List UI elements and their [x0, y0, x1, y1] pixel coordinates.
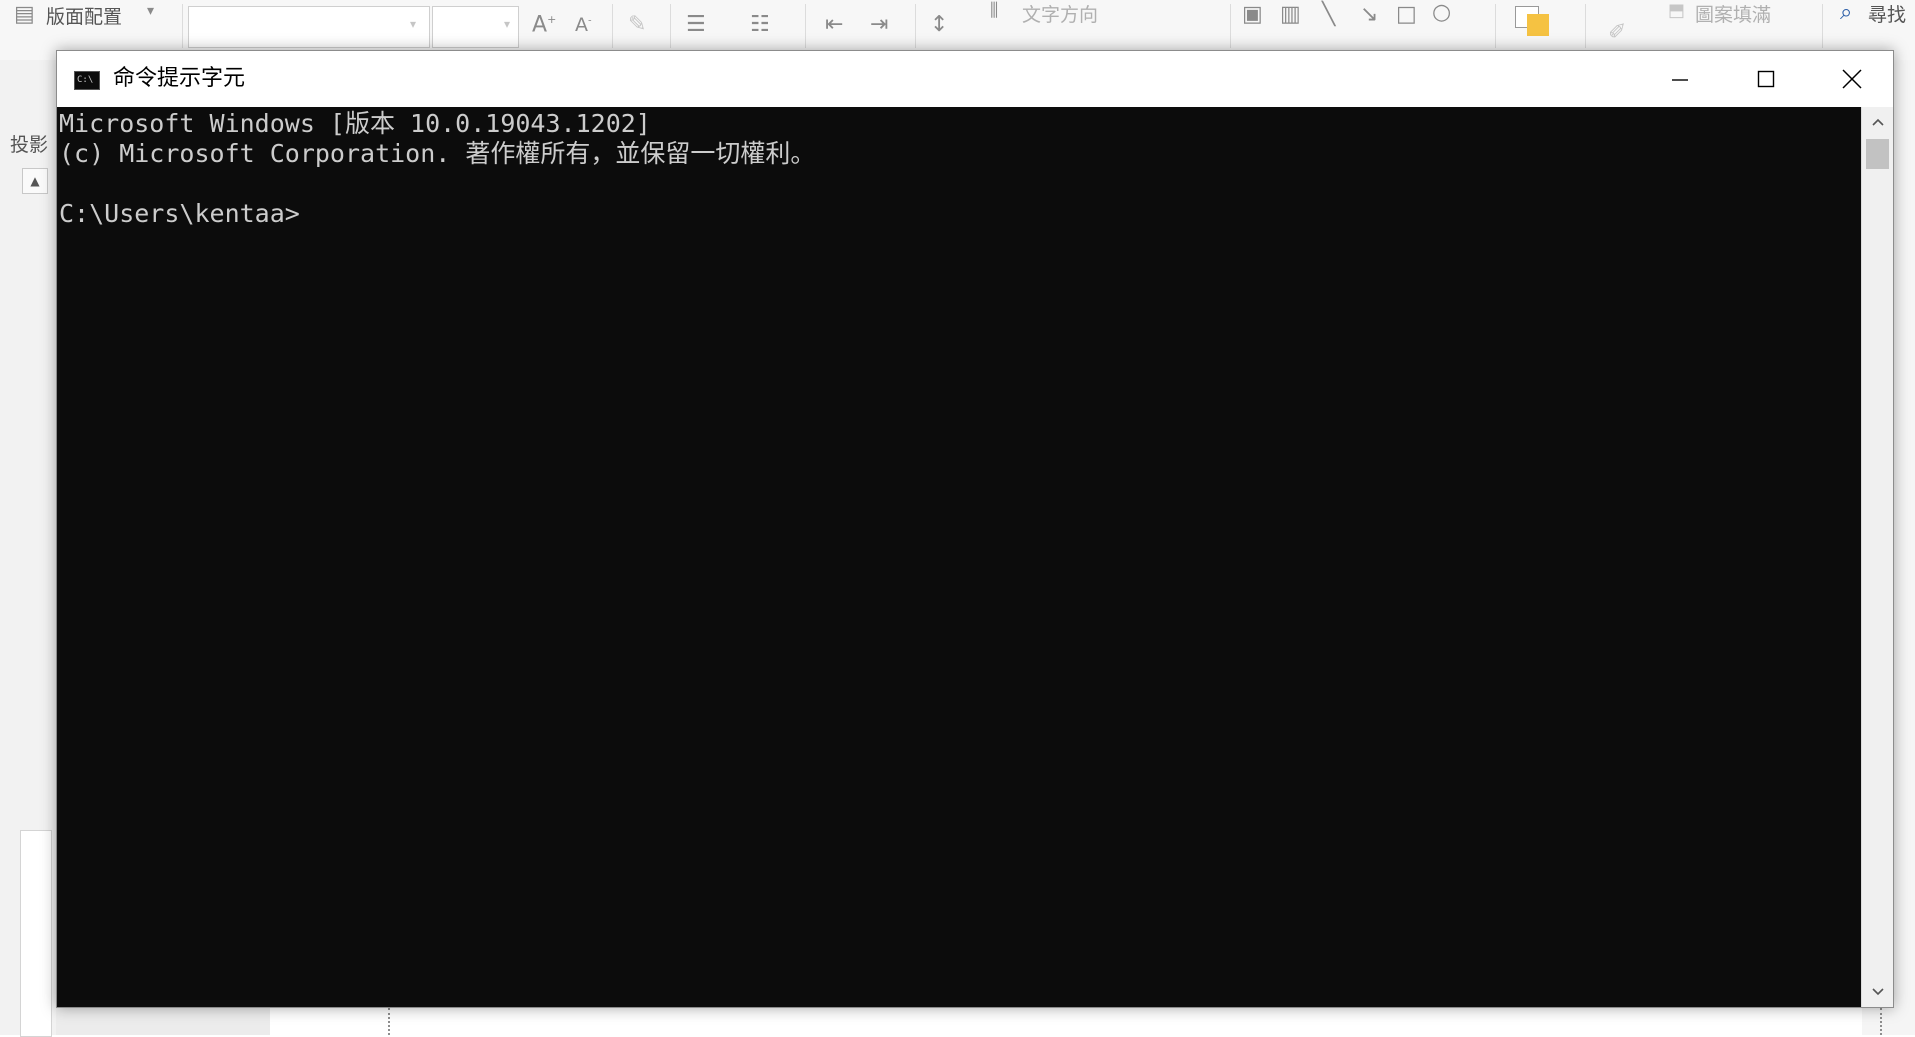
vertical-scrollbar[interactable] — [1861, 107, 1893, 1007]
increase-indent-icon[interactable]: ⇥ — [870, 14, 888, 36]
slide-thumbnail-strip — [20, 830, 52, 1037]
command-prompt-window[interactable]: C:\ 命令提示字元 Microsoft Windows [版本 10.0.19… — [56, 50, 1894, 1008]
close-icon — [1842, 69, 1862, 89]
slide-dotted-guide — [388, 1008, 390, 1035]
oval-shape-icon[interactable]: ○ — [1432, 2, 1451, 24]
rectangle-shape-icon[interactable]: □ — [1396, 4, 1417, 26]
maximize-icon — [1757, 70, 1775, 88]
terminal-output-area[interactable]: Microsoft Windows [版本 10.0.19043.1202] (… — [57, 107, 1861, 1007]
bullets-icon[interactable]: ☰ — [686, 14, 706, 36]
arrange-icon-fill — [1527, 14, 1549, 36]
grow-font-icon[interactable]: A+ — [532, 14, 556, 36]
layout-icon: ▤ — [14, 2, 35, 27]
terminal-line: (c) Microsoft Corporation. 著作權所有，並保留一切權利… — [59, 139, 816, 168]
font-name-combo[interactable] — [188, 6, 430, 48]
command-prompt-line[interactable]: C:\Users\kentaa> — [57, 199, 815, 229]
decrease-indent-icon[interactable]: ⇤ — [825, 14, 843, 36]
scroll-down-button[interactable] — [1862, 977, 1893, 1007]
slide-tab-label: 投影 — [10, 134, 49, 156]
find-icon[interactable]: ⌕ — [1840, 2, 1852, 24]
close-button[interactable] — [1809, 51, 1895, 107]
chevron-down-icon — [1871, 988, 1884, 996]
shape-fill-button[interactable]: 圖案填滿 — [1695, 0, 1771, 27]
text-direction-button[interactable]: 文字方向 — [1022, 0, 1098, 27]
layout-button[interactable]: 版面配置 — [46, 2, 122, 29]
font-size-dropdown-icon[interactable]: ▾ — [504, 18, 510, 30]
chevron-up-icon — [1871, 118, 1884, 126]
line-shape-icon[interactable]: ╲ — [1322, 4, 1335, 26]
find-button[interactable]: 尋找 — [1868, 0, 1906, 27]
text-direction-icon[interactable]: ⫼ — [990, 2, 998, 20]
textbox-icon[interactable]: ▣ — [1242, 4, 1263, 26]
notes-pane-splitter — [56, 1008, 270, 1035]
layout-dropdown-icon[interactable]: ▾ — [147, 4, 154, 18]
arrow-shape-icon[interactable]: ↘ — [1360, 4, 1378, 26]
background-bottom-area — [56, 1008, 1862, 1035]
minimize-icon — [1672, 79, 1688, 81]
window-title: 命令提示字元 — [113, 66, 246, 91]
thumbnail-scroll-up-button[interactable]: ▲ — [22, 168, 48, 194]
line-spacing-icon[interactable]: ↕ — [930, 14, 948, 36]
minimize-button[interactable] — [1637, 51, 1723, 107]
slide-dotted-guide-right — [1880, 1008, 1882, 1035]
scroll-up-button[interactable] — [1862, 107, 1893, 137]
vertical-textbox-icon[interactable]: ▥ — [1280, 4, 1301, 26]
shape-fill-icon[interactable]: ⬒ — [1668, 2, 1685, 20]
font-name-dropdown-icon[interactable]: ▾ — [410, 18, 416, 30]
maximize-button[interactable] — [1723, 51, 1809, 107]
title-bar[interactable]: C:\ 命令提示字元 — [57, 51, 1893, 107]
quick-styles-icon[interactable]: ✐ — [1608, 22, 1626, 44]
scrollbar-thumb[interactable] — [1866, 139, 1889, 169]
cmd-app-icon[interactable]: C:\ — [74, 71, 100, 90]
clear-format-icon[interactable]: ✎ — [628, 14, 646, 36]
terminal-line: Microsoft Windows [版本 10.0.19043.1202] — [59, 109, 651, 138]
numbering-icon[interactable]: ☷ — [750, 14, 770, 36]
shrink-font-icon[interactable]: A- — [575, 16, 592, 35]
